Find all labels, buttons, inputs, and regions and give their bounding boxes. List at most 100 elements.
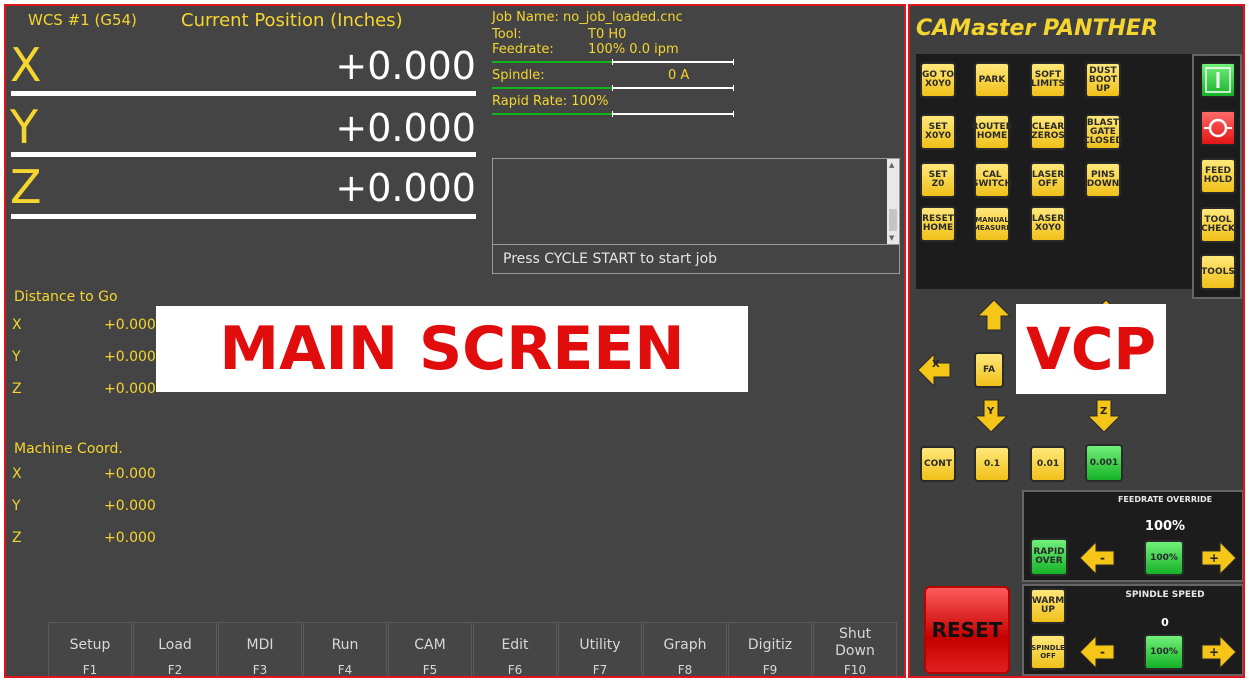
fkey-utility[interactable]: Utility F7 — [558, 622, 642, 676]
fkey-edit[interactable]: Edit F6 — [473, 622, 557, 676]
spindle-speed-value: 0 — [1161, 616, 1169, 629]
feedrate-increase-arrow-icon[interactable]: + — [1200, 540, 1238, 576]
fkey-label: Utility — [579, 637, 621, 653]
svg-text:-: - — [1100, 551, 1105, 565]
set-xy0-button[interactable]: SET X0Y0 — [920, 114, 956, 150]
dtg-axis-label: Y — [12, 349, 21, 365]
reset-home-button[interactable]: RESET HOME — [920, 206, 956, 242]
machine-coord-title: Machine Coord. — [14, 441, 123, 457]
feed-hold-button[interactable]: FEED HOLD — [1200, 158, 1236, 194]
fast-jog-button[interactable]: FA — [974, 352, 1004, 388]
scroll-down-icon[interactable]: ▼ — [889, 234, 894, 242]
reset-button[interactable]: RESET — [924, 586, 1010, 674]
vcp-overlay-label: VCP — [1016, 304, 1166, 394]
step-0.1-button[interactable]: 0.1 — [974, 446, 1010, 482]
fkey-digitize[interactable]: Digitiz F9 — [728, 622, 812, 676]
feedrate-gauge — [492, 59, 734, 65]
jog-x-minus-arrow-icon[interactable] — [916, 352, 952, 388]
cycle-start-icon — [1205, 67, 1231, 93]
gauge-tick — [612, 111, 613, 117]
scroll-up-icon[interactable]: ▲ — [889, 161, 894, 169]
fkey-key: F5 — [422, 663, 438, 677]
camaster-logo: CAMaster PANTHER — [916, 16, 1158, 41]
dro-x-value[interactable]: +0.000 — [236, 46, 476, 86]
spindle-value: 0 A — [668, 68, 690, 83]
feedrate-100-button[interactable]: 100% — [1144, 540, 1184, 576]
feedrate-decrease-arrow-icon[interactable]: - — [1078, 540, 1116, 576]
laser-off-button[interactable]: LASER OFF — [1030, 162, 1066, 198]
gauge-tick — [612, 59, 613, 65]
fkey-load[interactable]: Load F2 — [133, 622, 217, 676]
job-name: Job Name: no_job_loaded.cnc — [492, 10, 683, 25]
goto-xy0-button[interactable]: GO TO X0Y0 — [920, 62, 956, 98]
dro-y-value[interactable]: +0.000 — [236, 108, 476, 148]
rapid-gauge — [492, 111, 734, 117]
dtg-x-value: +0.000 — [104, 317, 156, 333]
spindle-increase-arrow-icon[interactable]: + — [1200, 634, 1238, 670]
blast-gate-closed-button[interactable]: BLAST GATE CLOSED — [1083, 114, 1123, 150]
cycle-start-button[interactable] — [1200, 62, 1236, 98]
message-divider — [493, 244, 899, 245]
scroll-thumb[interactable] — [889, 209, 897, 231]
warm-up-button[interactable]: WARM UP — [1030, 588, 1066, 624]
fkey-label: CAM — [414, 637, 446, 653]
manual-measure-button[interactable]: MANUAL MEASURE — [973, 206, 1011, 242]
distance-to-go-title: Distance to Go — [14, 289, 118, 305]
pins-down-button[interactable]: PINS DOWN — [1085, 162, 1121, 198]
jog-x-label: X — [932, 359, 940, 370]
fkey-label: MDI — [246, 637, 274, 653]
message-scrollbar[interactable]: ▲ ▼ — [887, 159, 899, 244]
mc-axis-label: Y — [12, 498, 21, 514]
gauge-tick — [612, 85, 613, 91]
spindle-100-button[interactable]: 100% — [1144, 634, 1184, 670]
step-0.01-button[interactable]: 0.01 — [1030, 446, 1066, 482]
wcs-label: WCS #1 (G54) — [28, 11, 137, 29]
step-0.001-button[interactable]: 0.001 — [1085, 444, 1123, 482]
park-button[interactable]: PARK — [974, 62, 1010, 98]
rapid-over-button[interactable]: RAPID OVER — [1030, 538, 1068, 576]
dust-boot-up-button[interactable]: DUST BOOT UP — [1085, 62, 1121, 98]
clear-zeros-button[interactable]: CLEAR ZEROS — [1030, 114, 1066, 150]
fkey-mdi[interactable]: MDI F3 — [218, 622, 302, 677]
dro-z-value[interactable]: +0.000 — [236, 168, 476, 208]
tool-check-button[interactable]: TOOL CHECK — [1200, 207, 1236, 243]
dtg-axis-label: Z — [12, 381, 22, 397]
message-log[interactable] — [493, 159, 886, 244]
feedrate-override-title: FEEDRATE OVERRIDE — [1117, 495, 1213, 504]
cycle-stop-button[interactable] — [1200, 110, 1236, 146]
feedrate-value: 100% 0.0 ipm — [588, 42, 679, 57]
spindle-gauge-fill — [492, 87, 613, 89]
dro-divider — [11, 91, 476, 96]
soft-limits-button[interactable]: SOFT LIMITS — [1030, 62, 1066, 98]
fkey-setup[interactable]: Setup F1 — [48, 622, 132, 676]
set-z0-button[interactable]: SET Z0 — [920, 162, 956, 198]
fkey-label: Load — [158, 637, 192, 653]
fkey-shutdown[interactable]: Shut Down F10 — [813, 622, 897, 676]
cont-jog-button[interactable]: CONT — [920, 446, 956, 482]
spindle-off-button[interactable]: SPINDLE OFF — [1030, 634, 1066, 670]
fkey-run[interactable]: Run F4 — [303, 622, 387, 676]
fkey-label: Run — [331, 637, 359, 653]
router-home-button[interactable]: ROUTER HOME — [971, 114, 1013, 150]
main-screen-panel: WCS #1 (G54) Current Position (Inches) X… — [4, 4, 906, 678]
fkey-key: F3 — [252, 663, 268, 677]
laser-xy0-button[interactable]: LASER X0Y0 — [1030, 206, 1066, 242]
tool-label: Tool: — [492, 27, 522, 42]
message-box: ▲ ▼ Press CYCLE START to start job — [492, 158, 900, 274]
svg-text:+: + — [1209, 551, 1219, 565]
position-title: Current Position (Inches) — [181, 10, 403, 31]
tools-button[interactable]: TOOLS — [1200, 254, 1236, 290]
gauge-tick — [733, 85, 734, 91]
spindle-decrease-arrow-icon[interactable]: - — [1078, 634, 1116, 670]
dro-axis-label: Y — [10, 100, 39, 154]
fkey-cam[interactable]: CAM F5 — [388, 622, 472, 677]
dro-axis-label: Z — [10, 160, 42, 214]
fkey-graph[interactable]: Graph F8 — [643, 622, 727, 676]
fkey-label: Setup — [69, 637, 111, 653]
cal-switch-button[interactable]: CAL SWITCH — [972, 162, 1012, 198]
jog-y-plus-arrow-icon[interactable] — [976, 298, 1012, 332]
dtg-z-value: +0.000 — [104, 381, 156, 397]
fkey-label: Digitiz — [747, 637, 793, 653]
gauge-tick — [733, 111, 734, 117]
svg-text:-: - — [1100, 645, 1105, 659]
